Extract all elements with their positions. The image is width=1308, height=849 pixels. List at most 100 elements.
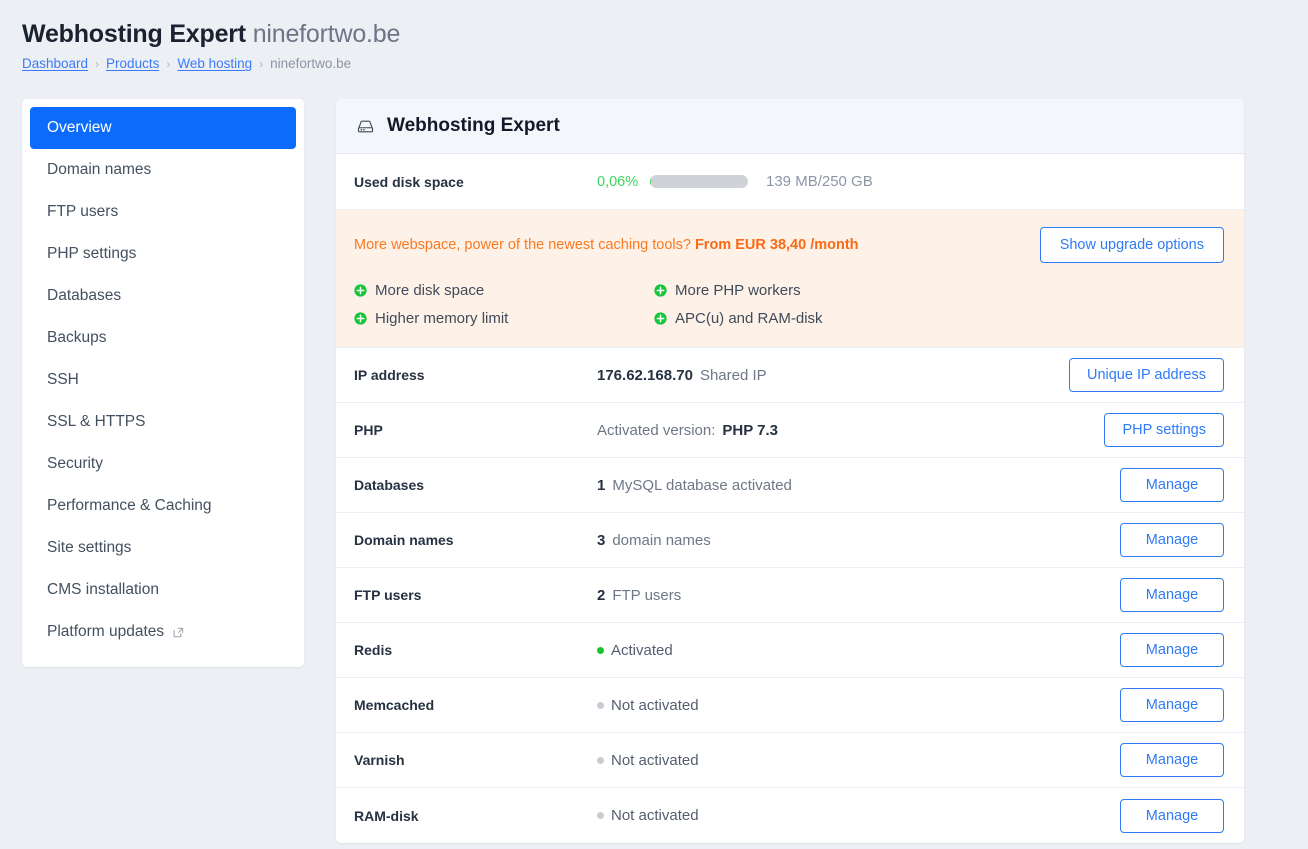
redis-manage-button[interactable]: Manage: [1120, 633, 1224, 667]
benefit-label: Higher memory limit: [375, 310, 508, 327]
sidebar-item-domain-names[interactable]: Domain names: [30, 149, 296, 191]
benefit-item: APC(u) and RAM-disk: [654, 310, 1224, 327]
row-actions: Manage: [1120, 468, 1224, 502]
disk-percent-text: 0,06%: [597, 174, 643, 190]
row-value: Activated version:PHP 7.3: [597, 422, 1104, 439]
row-value: 2 FTP users: [597, 587, 1120, 604]
row-value-muted: FTP users: [612, 587, 681, 604]
upgrade-banner-top: More webspace, power of the newest cachi…: [354, 227, 1224, 263]
sidebar-item-php-settings[interactable]: PHP settings: [30, 233, 296, 275]
ram-disk-manage-button[interactable]: Manage: [1120, 799, 1224, 833]
row-value-strong: 176.62.168.70: [597, 367, 693, 384]
breadcrumb-separator: ›: [95, 55, 99, 73]
upgrade-banner-message: More webspace, power of the newest cachi…: [354, 237, 859, 253]
breadcrumb-item-web-hosting[interactable]: Web hosting: [177, 55, 252, 73]
panel-header: Webhosting Expert: [336, 99, 1244, 154]
sidebar-item-label: PHP settings: [47, 245, 136, 263]
upgrade-price: From EUR 38,40 /month: [695, 237, 859, 253]
upgrade-benefits-list: More disk space More PHP workers Higher me…: [354, 282, 1224, 327]
sidebar-item-overview[interactable]: Overview: [30, 107, 296, 149]
plus-circle-icon: [654, 312, 667, 325]
status-dot: [597, 647, 604, 654]
sidebar-item-label: Domain names: [47, 161, 151, 179]
databases-manage-button[interactable]: Manage: [1120, 468, 1224, 502]
page-title-product: Webhosting Expert: [22, 20, 246, 48]
page-title-domain: ninefortwo.be: [253, 20, 401, 48]
ip-address-unique-ip-address-button[interactable]: Unique IP address: [1069, 358, 1224, 392]
sidebar-item-site-settings[interactable]: Site settings: [30, 527, 296, 569]
used-disk-space-value: 0,06% 139 MB/250 GB: [597, 173, 1224, 190]
used-disk-space-label: Used disk space: [354, 174, 597, 190]
row-actions: PHP settings: [1104, 413, 1224, 447]
row-value: 3 domain names: [597, 532, 1120, 549]
row-value: Not activated: [597, 807, 1120, 824]
benefit-label: APC(u) and RAM-disk: [675, 310, 823, 327]
row-label: PHP: [354, 422, 597, 438]
sidebar-item-label: Performance & Caching: [47, 497, 212, 515]
row-value: 1MySQL database activated: [597, 477, 1120, 494]
row-actions: Manage: [1120, 523, 1224, 557]
row-label: Databases: [354, 477, 597, 493]
row-value: 176.62.168.70Shared IP: [597, 367, 1069, 384]
breadcrumb-item-ninefortwo-be: ninefortwo.be: [270, 55, 351, 73]
page-title: Webhosting Expert ninefortwo.be: [22, 18, 1308, 50]
status-label: Not activated: [611, 697, 699, 714]
row-value-strong: 2: [597, 587, 605, 604]
upgrade-banner: More webspace, power of the newest cachi…: [336, 210, 1244, 348]
overview-panel: Webhosting Expert Used disk space 0,06% …: [336, 99, 1244, 843]
status-label: Not activated: [611, 807, 699, 824]
row-actions: Manage: [1120, 633, 1224, 667]
breadcrumb-item-products[interactable]: Products: [106, 55, 159, 73]
breadcrumb-separator: ›: [166, 55, 170, 73]
status-label: Not activated: [611, 752, 699, 769]
row-value: Not activated: [597, 697, 1120, 714]
sidebar-item-label: Overview: [47, 119, 112, 137]
benefit-item: Higher memory limit: [354, 310, 654, 327]
row-value-strong: 3: [597, 532, 605, 549]
sidebar-item-databases[interactable]: Databases: [30, 275, 296, 317]
row-label: Redis: [354, 642, 597, 658]
external-link-icon: [173, 627, 184, 638]
status-dot: [597, 702, 604, 709]
memcached-manage-button[interactable]: Manage: [1120, 688, 1224, 722]
benefit-label: More PHP workers: [675, 282, 801, 299]
sidebar-item-label: Site settings: [47, 539, 131, 557]
sidebar-item-ftp-users[interactable]: FTP users: [30, 191, 296, 233]
plus-circle-icon: [654, 284, 667, 297]
row-domain-names: Domain names3 domain names Manage: [336, 513, 1244, 568]
row-actions: Manage: [1120, 799, 1224, 833]
php-php-settings-button[interactable]: PHP settings: [1104, 413, 1224, 447]
sidebar-item-ssl-https[interactable]: SSL & HTTPS: [30, 401, 296, 443]
breadcrumb-separator: ›: [259, 55, 263, 73]
benefit-label: More disk space: [375, 282, 484, 299]
row-varnish: VarnishNot activatedManage: [336, 733, 1244, 788]
row-actions: Manage: [1120, 743, 1224, 777]
disk-progress-bar: [650, 175, 748, 188]
row-ip-address: IP address176.62.168.70Shared IPUnique I…: [336, 348, 1244, 403]
plus-circle-icon: [354, 284, 367, 297]
sidebar-item-label: SSL & HTTPS: [47, 413, 145, 431]
sidebar-item-ssh[interactable]: SSH: [30, 359, 296, 401]
domain-names-manage-button[interactable]: Manage: [1120, 523, 1224, 557]
varnish-manage-button[interactable]: Manage: [1120, 743, 1224, 777]
page-header: Webhosting Expert ninefortwo.be Dashboar…: [0, 0, 1308, 73]
row-php: PHPActivated version:PHP 7.3PHP settings: [336, 403, 1244, 458]
sidebar-item-cms-installation[interactable]: CMS installation: [30, 569, 296, 611]
row-value-muted: domain names: [612, 532, 710, 549]
sidebar-item-security[interactable]: Security: [30, 443, 296, 485]
sidebar-item-label: Platform updates: [47, 623, 164, 641]
sidebar-item-backups[interactable]: Backups: [30, 317, 296, 359]
ftp-users-manage-button[interactable]: Manage: [1120, 578, 1224, 612]
row-actions: Unique IP address: [1069, 358, 1224, 392]
benefit-item: More disk space: [354, 282, 654, 299]
sidebar-item-performance-caching[interactable]: Performance & Caching: [30, 485, 296, 527]
row-label: Domain names: [354, 532, 597, 548]
row-label: IP address: [354, 367, 597, 383]
show-upgrade-options-button[interactable]: Show upgrade options: [1040, 227, 1224, 263]
sidebar-item-platform-updates[interactable]: Platform updates: [30, 611, 296, 653]
breadcrumb-item-dashboard[interactable]: Dashboard: [22, 55, 88, 73]
benefit-item: More PHP workers: [654, 282, 1224, 299]
sidebar-item-label: Security: [47, 455, 103, 473]
row-value-strong: PHP 7.3: [722, 422, 778, 439]
row-actions: Manage: [1120, 578, 1224, 612]
